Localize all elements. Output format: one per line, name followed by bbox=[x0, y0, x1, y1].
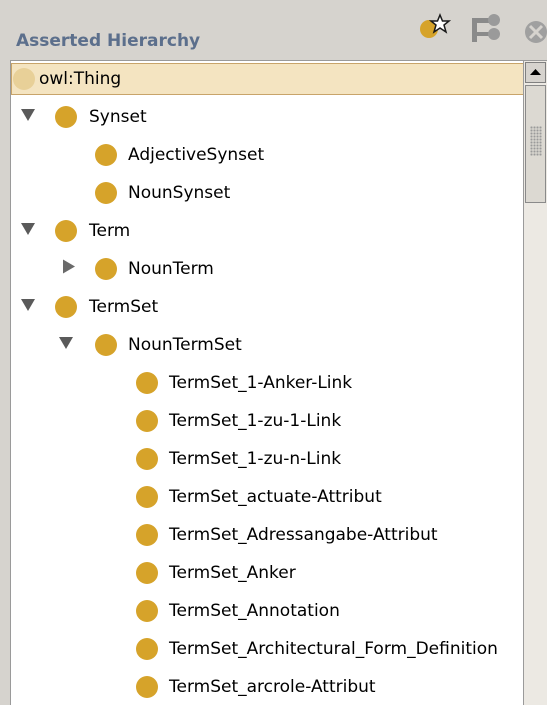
tree-node-nounterm[interactable]: NounTerm bbox=[11, 251, 524, 287]
class-icon bbox=[95, 258, 117, 280]
tree-node-label: NounSynset bbox=[128, 183, 231, 203]
expand-down-icon[interactable] bbox=[21, 298, 35, 316]
class-icon bbox=[55, 106, 77, 128]
tree-node-termset-1-anker-link[interactable]: TermSet_1-Anker-Link bbox=[11, 365, 524, 401]
class-icon bbox=[13, 68, 35, 90]
class-icon bbox=[136, 524, 158, 546]
tree-node-label: TermSet_Architectural_Form_Definition bbox=[169, 639, 498, 659]
tree-node-termset-arcrole-attribut[interactable]: TermSet_arcrole-Attribut bbox=[11, 669, 524, 705]
tree-node-label: TermSet_1-zu-1-Link bbox=[169, 411, 342, 431]
delete-class-icon[interactable] bbox=[522, 16, 547, 53]
class-icon bbox=[136, 600, 158, 622]
tree-node-termset[interactable]: TermSet bbox=[11, 289, 524, 325]
expand-down-icon[interactable] bbox=[21, 108, 35, 126]
tree-node-termset-1-zu-n-link[interactable]: TermSet_1-zu-n-Link bbox=[11, 441, 524, 477]
class-icon bbox=[95, 334, 117, 356]
tree-node-label: TermSet bbox=[89, 297, 159, 317]
tree-node-label: NounTerm bbox=[128, 259, 214, 279]
tree-node-term[interactable]: Term bbox=[11, 213, 524, 249]
scroll-thumb[interactable] bbox=[525, 85, 546, 203]
tree-node-label: TermSet_actuate-Attribut bbox=[169, 487, 382, 507]
tree-node-nounsynset[interactable]: NounSynset bbox=[11, 175, 524, 211]
class-icon bbox=[136, 410, 158, 432]
tree-node-termset-annotation[interactable]: TermSet_Annotation bbox=[11, 593, 524, 629]
tree-node-termset-adressangabe-attribut[interactable]: TermSet_Adressangabe-Attribut bbox=[11, 517, 524, 553]
tree-node-termset-anker[interactable]: TermSet_Anker bbox=[11, 555, 524, 591]
tree-node-label: Term bbox=[89, 221, 131, 241]
grip-icon bbox=[530, 126, 542, 156]
add-sibling-icon[interactable] bbox=[468, 12, 504, 51]
expand-right-icon[interactable] bbox=[63, 259, 75, 279]
class-icon bbox=[136, 448, 158, 470]
expand-down-icon[interactable] bbox=[59, 336, 73, 354]
vertical-scrollbar[interactable] bbox=[523, 61, 547, 705]
class-icon bbox=[95, 182, 117, 204]
class-icon bbox=[95, 144, 117, 166]
expand-down-icon[interactable] bbox=[21, 222, 35, 240]
tree-node-termset-actuate-attribut[interactable]: TermSet_actuate-Attribut bbox=[11, 479, 524, 515]
class-icon bbox=[136, 676, 158, 698]
class-icon bbox=[55, 220, 77, 242]
class-icon bbox=[136, 638, 158, 660]
tree-node-synset[interactable]: Synset bbox=[11, 99, 524, 135]
tree-node-label: TermSet_Anker bbox=[169, 563, 296, 583]
class-icon bbox=[55, 296, 77, 318]
scroll-up-button[interactable] bbox=[525, 62, 546, 83]
add-subclass-icon[interactable] bbox=[418, 12, 452, 47]
panel-title: Asserted Hierarchy bbox=[16, 31, 201, 51]
class-icon bbox=[136, 372, 158, 394]
tree-node-label: Synset bbox=[89, 107, 147, 127]
tree-node-label: NounTermSet bbox=[128, 335, 242, 355]
tree-node-label: TermSet_1-Anker-Link bbox=[169, 373, 353, 393]
class-icon bbox=[136, 486, 158, 508]
tree-node-nountermset[interactable]: NounTermSet bbox=[11, 327, 524, 363]
class-tree[interactable]: owl:Thing Synset AdjectiveSynset NounSyn… bbox=[10, 60, 547, 705]
tree-node-owl-thing[interactable]: owl:Thing bbox=[11, 63, 524, 95]
tree-node-adjectivesynset[interactable]: AdjectiveSynset bbox=[11, 137, 524, 173]
tree-node-termset-architectural-form-definition[interactable]: TermSet_Architectural_Form_Definition bbox=[11, 631, 524, 667]
tree-node-label: owl:Thing bbox=[39, 69, 122, 89]
tree-node-label: TermSet_1-zu-n-Link bbox=[169, 449, 342, 469]
class-icon bbox=[136, 562, 158, 584]
tree-node-label: TermSet_arcrole-Attribut bbox=[169, 677, 376, 697]
tree-node-termset-1-zu-1-link[interactable]: TermSet_1-zu-1-Link bbox=[11, 403, 524, 439]
class-hierarchy-header: Asserted Hierarchy bbox=[0, 0, 547, 60]
tree-node-label: AdjectiveSynset bbox=[128, 145, 265, 165]
arrow-up-icon bbox=[530, 69, 541, 75]
tree-node-label: TermSet_Annotation bbox=[169, 601, 340, 621]
tree-node-label: TermSet_Adressangabe-Attribut bbox=[169, 525, 438, 545]
